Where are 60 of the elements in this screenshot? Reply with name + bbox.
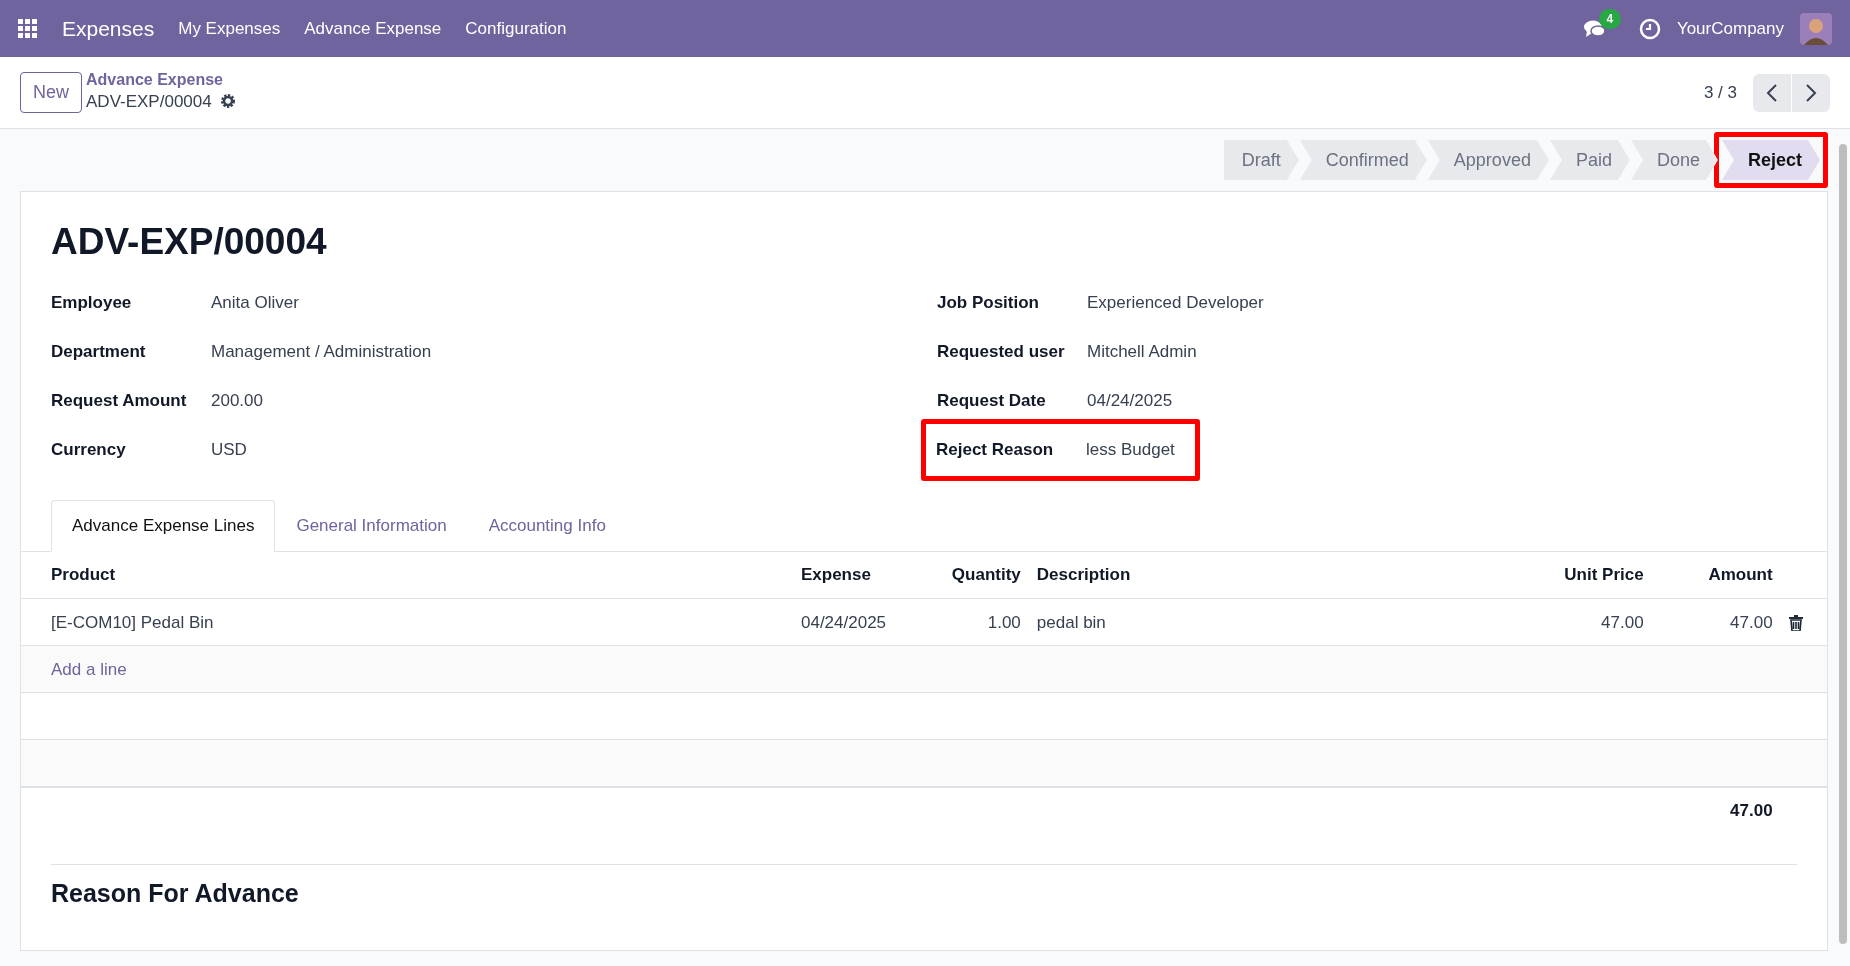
menu-item[interactable]: Advance Expense xyxy=(304,15,442,42)
pager-value: 3 / 3 xyxy=(1703,81,1737,104)
field-label: Currency xyxy=(51,439,127,462)
field-value[interactable]: 04/24/2025 xyxy=(1087,388,1173,414)
field-label: Request Amount xyxy=(51,390,188,413)
company-name[interactable]: YourCompany xyxy=(1676,15,1784,42)
record-name: ADV-EXP/00004 xyxy=(86,90,212,113)
column-header[interactable]: Description xyxy=(1028,551,1513,599)
chevron-left-icon xyxy=(1766,83,1778,102)
field-label: Department xyxy=(51,341,147,364)
status-step[interactable]: Approved xyxy=(1427,140,1549,180)
status-step[interactable]: Confirmed xyxy=(1299,140,1427,180)
column-header[interactable]: Quantity xyxy=(913,551,1029,599)
status-step[interactable]: Reject xyxy=(1721,140,1820,180)
table-cell: 47.00 xyxy=(1512,598,1652,646)
settings-icon[interactable] xyxy=(219,93,236,110)
field-label: Reject Reason xyxy=(936,439,1055,462)
form-tab[interactable]: Advance Expense Lines xyxy=(51,500,276,552)
table-cell: pedal bin xyxy=(1028,598,1513,646)
field-label: Request Date xyxy=(937,390,1047,413)
apps-menu-icon[interactable] xyxy=(18,18,38,39)
table-cell: 1.00 xyxy=(913,598,1029,646)
column-header[interactable]: Unit Price xyxy=(1512,551,1652,599)
clock-icon[interactable] xyxy=(1638,17,1661,40)
chevron-right-icon xyxy=(1805,83,1817,102)
field-label: Requested user xyxy=(937,341,1066,364)
field-value[interactable]: Mitchell Admin xyxy=(1087,339,1197,365)
add-line-link[interactable]: Add a line xyxy=(51,659,127,679)
menu-item[interactable]: My Expenses xyxy=(178,15,281,42)
table-cell: 04/24/2025 xyxy=(793,598,914,646)
field-label: Employee xyxy=(51,292,133,315)
next-button[interactable] xyxy=(1792,73,1830,112)
column-header[interactable]: Product xyxy=(21,551,793,599)
field-value[interactable]: less Budget xyxy=(1086,437,1175,463)
record-title: ADV-EXP/00004 xyxy=(50,220,328,264)
menu-item[interactable]: Configuration xyxy=(465,15,567,42)
field-value[interactable]: Management / Administration xyxy=(211,339,432,365)
field-label: Job Position xyxy=(937,292,1040,315)
status-step[interactable]: Draft xyxy=(1223,140,1299,180)
field-value[interactable]: Experienced Developer xyxy=(1087,290,1264,316)
app-name[interactable]: Expenses xyxy=(62,12,155,45)
total-amount: 47.00 xyxy=(1651,786,1781,834)
user-avatar[interactable] xyxy=(1800,12,1832,45)
field-value[interactable]: Anita Oliver xyxy=(211,290,299,316)
field-value[interactable]: USD xyxy=(211,437,247,463)
status-step[interactable]: Paid xyxy=(1549,140,1630,180)
new-button[interactable]: New xyxy=(20,72,82,113)
form-tab[interactable]: Accounting Info xyxy=(467,500,627,552)
status-step[interactable]: Done xyxy=(1630,140,1718,180)
previous-button[interactable] xyxy=(1753,73,1791,112)
message-count-badge: 4 xyxy=(1598,8,1621,29)
table-cell: [E-COM10] Pedal Bin xyxy=(21,598,793,646)
column-header[interactable]: Expense xyxy=(793,551,914,599)
table-cell: 47.00 xyxy=(1651,598,1781,646)
field-value[interactable]: 200.00 xyxy=(211,388,263,414)
delete-icon[interactable] xyxy=(1788,615,1803,632)
section-heading: Reason For Advance xyxy=(51,863,1797,913)
form-tab[interactable]: General Information xyxy=(275,500,468,552)
breadcrumb-link[interactable]: Advance Expense xyxy=(86,70,236,89)
column-header[interactable]: Amount xyxy=(1651,551,1781,599)
